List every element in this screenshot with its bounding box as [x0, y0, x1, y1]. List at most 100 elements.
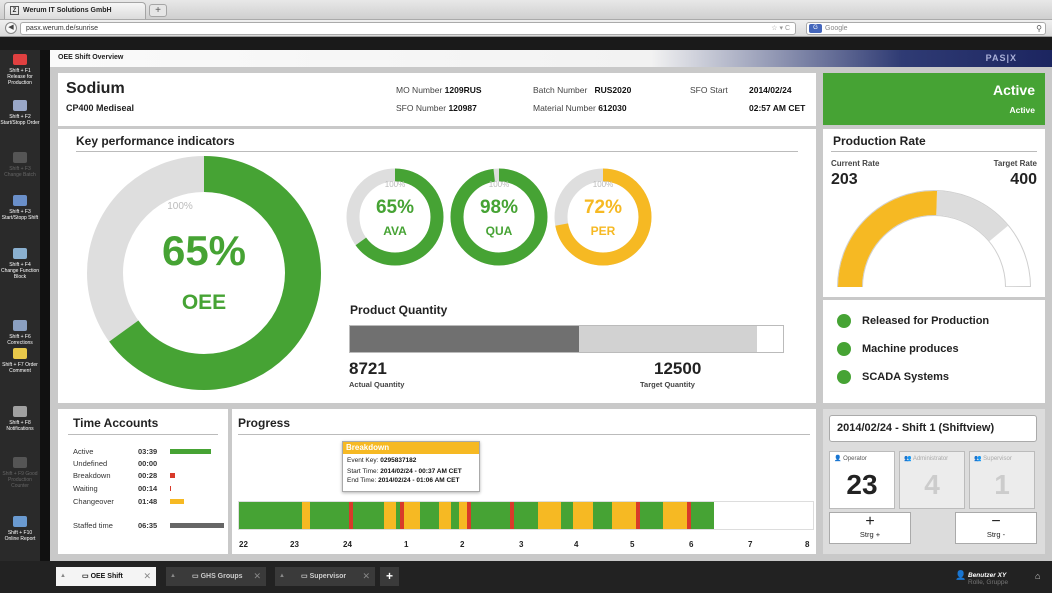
timeline-segment-changeover[interactable] — [384, 502, 397, 529]
target-quantity: 12500 — [654, 359, 702, 378]
sidebar-item-3[interactable]: Shift + F3 Start/Stopp Shift — [0, 195, 40, 221]
timeline-segment-active[interactable] — [470, 502, 511, 529]
close-icon[interactable]: ✕ — [362, 567, 370, 586]
taskbar-tab-supervisor[interactable]: ▲ ▭ Supervisor ✕ — [275, 567, 375, 586]
timeline-segment-active[interactable] — [352, 502, 385, 529]
ghs-groups-tab-text: GHS Groups — [200, 573, 243, 580]
system-released: Released for Production — [837, 314, 989, 328]
new-tab-button[interactable]: + — [149, 4, 167, 17]
magnifier-icon[interactable]: ⚲ — [1036, 23, 1042, 34]
timeline-hour-label: 6 — [689, 540, 694, 549]
production-rate-gauge — [837, 190, 1031, 288]
close-icon[interactable]: ✕ — [253, 567, 261, 586]
caret-up-icon[interactable]: ▲ — [170, 567, 176, 586]
time-account-label: Active — [73, 447, 94, 456]
sfo-start-date-value: 2014/02/24 — [749, 85, 792, 95]
sidebar-item-9[interactable]: Shift + F10 Online Report — [0, 516, 40, 542]
role-operator[interactable]: 👤 Operator 23 — [829, 451, 895, 509]
mo-number: MO Number 1209RUS — [396, 85, 482, 95]
shift-select-button[interactable]: 2014/02/24 - Shift 1 (Shiftview) — [829, 415, 1037, 442]
time-account-value: 06:35 — [138, 521, 158, 530]
user-info[interactable]: 👤 Benutzer XY Rolle, Gruppe — [955, 571, 1008, 587]
sidebar-item-0[interactable]: Shift + F1 Release for Production — [0, 54, 40, 86]
close-icon[interactable]: ✕ — [143, 567, 151, 586]
time-account-label: Staffed time — [73, 521, 113, 530]
sidebar-item-6[interactable]: Shift + F7 Order Comment — [0, 348, 40, 374]
sidebar-function-icon — [13, 457, 27, 468]
timeline-hour-label: 3 — [519, 540, 524, 549]
progress-timeline[interactable] — [238, 501, 814, 530]
timeline-segment-changeover[interactable] — [459, 502, 467, 529]
timeline-segment-active[interactable] — [451, 502, 460, 529]
green-status-dot-icon — [837, 342, 851, 356]
sidebar-item-4[interactable]: Shift + F4 Change Function Block — [0, 248, 40, 280]
tooltip-title: Breakdown — [343, 442, 479, 454]
timeline-segment-active[interactable] — [690, 502, 715, 529]
oee-shift-tab-text: OEE Shift — [90, 573, 123, 580]
timeline-segment-idle[interactable] — [714, 502, 813, 529]
timeline-segment-active[interactable] — [309, 502, 350, 529]
supervisor-tab-label: ▭ Supervisor — [301, 573, 347, 580]
gauge-ref-ava: 100% — [385, 180, 405, 189]
browser-navbar: ◀ pasx.werum.de/sunrise ☆ ▾ C G Google ⚲ — [0, 20, 1052, 37]
search-input[interactable]: G Google ⚲ — [806, 22, 1046, 35]
time-accounts-panel: Time Accounts Active 03:39 Undefined 00:00 B… — [58, 409, 228, 554]
bookmark-star-icon[interactable]: ☆ ▾ C — [771, 23, 790, 34]
timeline-segment-changeover[interactable] — [612, 502, 636, 529]
gauge-ref-oee: 100% — [167, 201, 193, 212]
timeline-segment-active[interactable] — [514, 502, 538, 529]
timeline-segment-active[interactable] — [239, 502, 302, 529]
timeline-hour-label: 2 — [460, 540, 465, 549]
timeline-segment-changeover[interactable] — [663, 502, 687, 529]
role-supervisor[interactable]: 👥 Supervisor 1 — [969, 451, 1035, 509]
time-account-value: 03:39 — [138, 447, 158, 456]
network-icon[interactable]: ⌂ — [1035, 571, 1047, 582]
sidebar-item-1[interactable]: Shift + F2 Start/Stopp Order — [0, 100, 40, 126]
system-scada: SCADA Systems — [837, 370, 949, 384]
strg-minus-button[interactable]: − Strg - — [955, 512, 1037, 544]
gauge-name-qua: QUA — [486, 224, 513, 238]
back-icon[interactable]: ◀ — [5, 22, 17, 34]
timeline-segment-changeover[interactable] — [573, 502, 593, 529]
timeline-segment-changeover[interactable] — [439, 502, 452, 529]
progress-panel: Progress Breakdown Event Key: 0295837182… — [232, 409, 816, 554]
timeline-segment-changeover[interactable] — [537, 502, 562, 529]
sfo-value: 120987 — [448, 103, 477, 113]
time-account-value: 00:00 — [138, 459, 158, 468]
caret-up-icon[interactable]: ▲ — [60, 567, 66, 586]
sidebar-item-5[interactable]: Shift + F6 Corrections — [0, 320, 40, 346]
timeline-segment-active[interactable] — [639, 502, 664, 529]
gauge-percent-oee: 65% — [162, 227, 246, 274]
timeline-segment-active[interactable] — [561, 502, 574, 529]
time-accounts-title: Time Accounts — [73, 416, 159, 430]
remaining-quantity-fill — [579, 326, 757, 352]
event-key-label: Event Key: — [347, 457, 379, 464]
timeline-segment-changeover[interactable] — [301, 502, 310, 529]
browser-tab[interactable]: Z Werum IT Solutions GmbH — [4, 2, 146, 19]
sidebar: Shift + F1 Release for Production Shift +… — [0, 50, 40, 561]
role-administrator[interactable]: 👥 Administrator 4 — [899, 451, 965, 509]
ghs-groups-tab-label: ▭ GHS Groups — [192, 573, 243, 580]
time-account-value: 00:28 — [138, 471, 158, 480]
timeline-segment-changeover[interactable] — [404, 502, 420, 529]
strg-plus-button[interactable]: + Strg + — [829, 512, 911, 544]
gauge-name-ava: AVA — [383, 224, 407, 238]
add-tab-button[interactable]: + — [380, 567, 399, 586]
rate-current-fill — [838, 191, 938, 288]
address-bar[interactable]: pasx.werum.de/sunrise ☆ ▾ C — [20, 22, 796, 35]
status-title: Active — [992, 82, 1035, 98]
sidebar-item-7[interactable]: Shift + F8 Notifications — [0, 406, 40, 432]
timeline-segment-active[interactable] — [419, 502, 440, 529]
timeline-segment-active[interactable] — [592, 502, 613, 529]
caret-up-icon[interactable]: ▲ — [279, 567, 285, 586]
taskbar-tab-oee-shift[interactable]: ▲ ▭ OEE Shift ✕ — [56, 567, 156, 586]
supervisor-tab-text: Supervisor — [309, 573, 347, 580]
end-time-label: End Time: — [347, 477, 377, 484]
system-released-label: Released for Production — [862, 315, 990, 327]
timeline-hour-label: 22 — [239, 540, 248, 549]
timeline-hour-label: 1 — [404, 540, 409, 549]
supervisor-count: 1 — [994, 469, 1010, 500]
time-account-bar — [170, 486, 172, 491]
supervisor-label-text: Supervisor — [983, 456, 1012, 462]
taskbar-tab-ghs-groups[interactable]: ▲ ▭ GHS Groups ✕ — [166, 567, 266, 586]
